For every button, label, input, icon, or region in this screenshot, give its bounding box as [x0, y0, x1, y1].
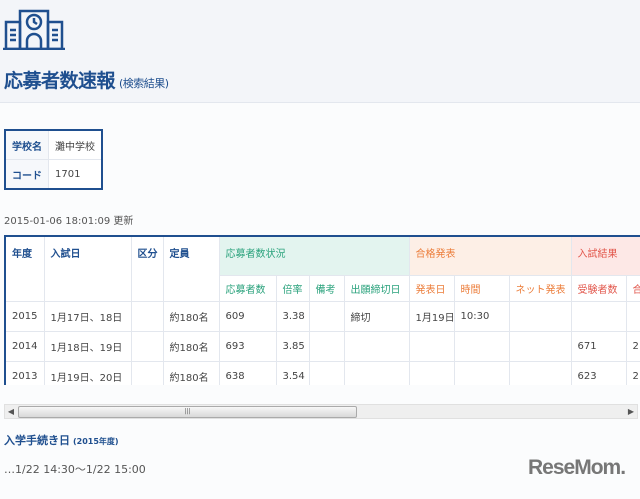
- table-cell: [453, 331, 510, 362]
- table-cell: 2: [625, 361, 640, 385]
- procedure-dates: …1/22 14:30～1/22 15:00: [4, 463, 146, 476]
- procedure-title: 入学手続き日: [4, 434, 70, 447]
- procedure-heading: 入学手続き日 (2015年度): [4, 432, 119, 448]
- col-applicants: 応募者数: [218, 275, 277, 302]
- scroll-left-arrow-icon[interactable]: ◀: [5, 405, 17, 418]
- title-text: 応募者数速報: [4, 70, 116, 92]
- table-cell: 638: [218, 361, 277, 385]
- table-cell: 609: [218, 301, 277, 332]
- scrollbar-thumb[interactable]: |||: [18, 406, 357, 418]
- table-cell: 1月17日、18日: [43, 301, 132, 332]
- table-cell: 約180名: [162, 301, 220, 332]
- table-cell: 1月19日: [408, 301, 455, 332]
- page-subtitle: (検索結果): [119, 77, 169, 90]
- resemom-logo: ReseMom.: [528, 456, 626, 479]
- table-cell: 締切: [343, 301, 410, 332]
- table-cell: [408, 361, 455, 385]
- table-cell: [130, 301, 164, 332]
- table-cell: 3.54: [275, 361, 310, 385]
- col-date: 入試日: [43, 235, 132, 302]
- table-cell: [408, 331, 455, 362]
- col-deadline: 出願締切日: [343, 275, 410, 302]
- table-cell: 3.38: [275, 301, 310, 332]
- col-announce-date: 発表日: [408, 275, 455, 302]
- group-results: 入試結果: [570, 235, 640, 276]
- col-capacity: 定員: [162, 235, 220, 302]
- table-cell: 2013: [4, 361, 45, 385]
- table-cell: 693: [218, 331, 277, 362]
- table-cell: 10:30: [453, 301, 510, 332]
- results-table: 年度 入試日 区分 定員 応募者数状況 合格発表 入試結果 応募者数 倍率 備考…: [4, 235, 640, 385]
- table-row: 2015 1月17日、18日 約180名 609 3.38 締切 1月19日 10:30: [4, 301, 640, 332]
- col-passed: 合: [625, 275, 640, 302]
- table-cell: 2: [625, 331, 640, 362]
- col-ratio: 倍率: [275, 275, 310, 302]
- school-name: 灘中学校: [48, 129, 103, 160]
- col-examinees: 受験者数: [570, 275, 627, 302]
- school-code-label: コード: [4, 159, 49, 190]
- horizontal-scrollbar[interactable]: ◀ ||| ▶: [4, 404, 638, 419]
- table-cell: [508, 301, 572, 332]
- table-cell: [570, 301, 627, 332]
- table-row: 2013 1月19日、20日 約180名 638 3.54 623 2: [4, 361, 640, 385]
- table-cell: 1月19日、20日: [43, 361, 132, 385]
- school-building-icon: [3, 9, 65, 50]
- col-time: 時間: [453, 275, 510, 302]
- table-cell: 623: [570, 361, 627, 385]
- procedure-year: (2015年度): [73, 437, 119, 446]
- table-cell: 2014: [4, 331, 45, 362]
- group-announcement: 合格発表: [408, 235, 572, 276]
- updated-timestamp: 2015-01-06 18:01:09 更新: [4, 216, 134, 227]
- table-cell: [343, 331, 410, 362]
- page-title: 応募者数速報 (検索結果): [4, 66, 169, 93]
- group-applications: 応募者数状況: [218, 235, 410, 276]
- scroll-right-arrow-icon[interactable]: ▶: [625, 405, 637, 418]
- table-cell: 2015: [4, 301, 45, 332]
- table-cell: 1月18日、19日: [43, 331, 132, 362]
- school-code: 1701: [48, 159, 103, 190]
- page-header: 応募者数速報 (検索結果): [0, 0, 640, 103]
- table-cell: [508, 361, 572, 385]
- results-table-container: 年度 入試日 区分 定員 応募者数状況 合格発表 入試結果 応募者数 倍率 備考…: [4, 235, 640, 385]
- table-cell: [308, 361, 345, 385]
- table-cell: [308, 331, 345, 362]
- table-cell: [130, 331, 164, 362]
- table-cell: [130, 361, 164, 385]
- table-cell: 3.85: [275, 331, 310, 362]
- school-info-table: 学校名 灘中学校 コード 1701: [4, 129, 103, 190]
- table-cell: [343, 361, 410, 385]
- table-cell: [625, 301, 640, 332]
- col-year: 年度: [4, 235, 45, 302]
- table-cell: [308, 301, 345, 332]
- table-cell: [453, 361, 510, 385]
- col-net: ネット発表: [508, 275, 572, 302]
- table-cell: 約180名: [162, 361, 220, 385]
- col-notes: 備考: [308, 275, 345, 302]
- school-name-label: 学校名: [4, 129, 49, 160]
- table-cell: 671: [570, 331, 627, 362]
- table-cell: [508, 331, 572, 362]
- table-cell: 約180名: [162, 331, 220, 362]
- col-division: 区分: [130, 235, 164, 302]
- table-row: 2014 1月18日、19日 約180名 693 3.85 671 2: [4, 331, 640, 362]
